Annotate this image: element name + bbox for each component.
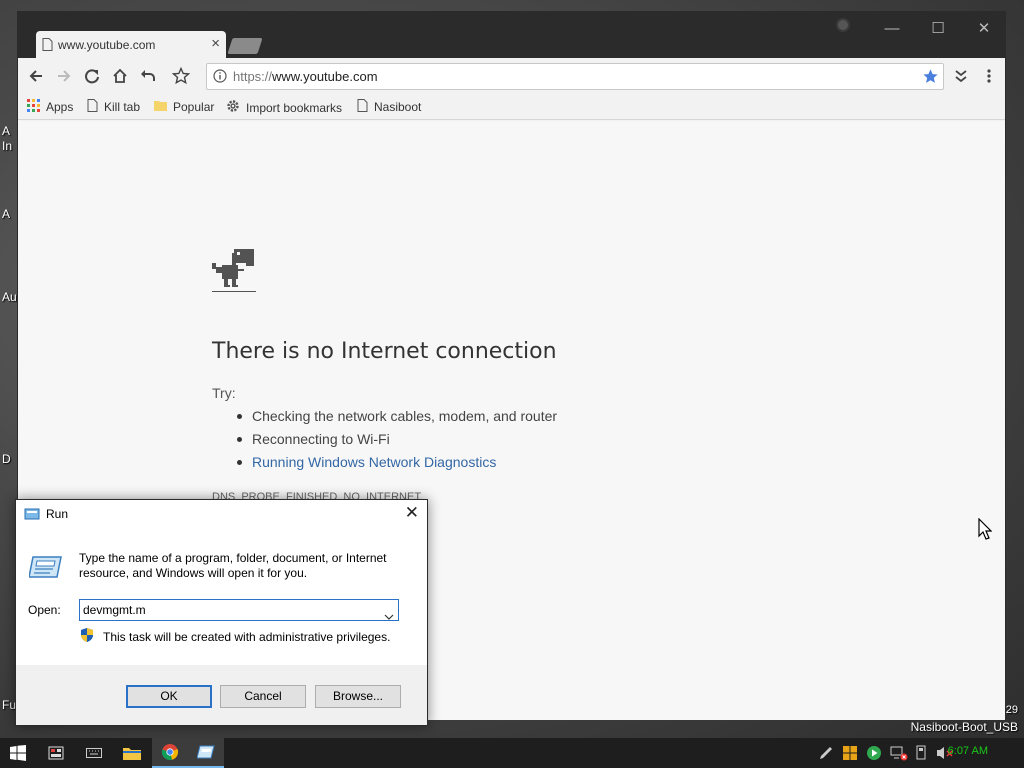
ok-button[interactable]: OK bbox=[126, 685, 212, 708]
bookmark-star-icon[interactable] bbox=[171, 66, 191, 86]
maximize-button[interactable]: ☐ bbox=[924, 18, 952, 40]
open-label: Open: bbox=[28, 603, 61, 617]
minimize-button[interactable]: — bbox=[878, 18, 906, 40]
tray-overflow-text: 29 bbox=[1005, 704, 1018, 716]
machine-name: Nasiboot-Boot_USB bbox=[910, 720, 1018, 734]
windows-flag-icon[interactable] bbox=[842, 745, 858, 766]
desktop-icon-label[interactable]: Au bbox=[2, 290, 17, 304]
mouse-pointer-icon bbox=[978, 517, 993, 545]
close-window-button[interactable]: ✕ bbox=[970, 18, 998, 40]
pen-icon[interactable] bbox=[818, 745, 834, 766]
task-view-icon[interactable] bbox=[38, 738, 74, 768]
offline-dino-icon[interactable] bbox=[212, 249, 256, 300]
bookmark-label: Kill tab bbox=[104, 100, 141, 114]
taskbar: 6:07 AM bbox=[0, 738, 1024, 768]
bookmark-label: Nasiboot bbox=[374, 100, 422, 114]
address-bar[interactable]: https:// www.youtube.com bbox=[206, 63, 944, 90]
file-explorer-icon[interactable] bbox=[114, 738, 150, 768]
keyboard-icon[interactable] bbox=[76, 738, 112, 768]
new-tab-button[interactable] bbox=[227, 38, 263, 54]
network-diagnostics-link[interactable]: Running Windows Network Diagnostics bbox=[236, 453, 557, 476]
chrome-titlebar: www.youtube.com × — ☐ ✕ bbox=[18, 12, 1005, 59]
suggestion-item: Reconnecting to Wi-Fi bbox=[236, 430, 557, 453]
open-combobox[interactable]: devmgmt.m bbox=[79, 599, 399, 621]
gear-icon bbox=[226, 99, 240, 116]
run-dialog-footer: OK Cancel Browse... bbox=[16, 665, 427, 725]
uac-shield-icon bbox=[79, 627, 95, 646]
folder-icon bbox=[154, 99, 167, 115]
tab-title: www.youtube.com bbox=[58, 38, 156, 52]
chevron-down-icon[interactable] bbox=[384, 606, 394, 626]
back-icon[interactable] bbox=[26, 66, 46, 86]
page-icon bbox=[357, 99, 368, 115]
forward-icon[interactable] bbox=[54, 66, 74, 86]
browser-toolbar: https:// www.youtube.com bbox=[18, 58, 1005, 94]
page-icon bbox=[42, 38, 53, 54]
run-titlebar: Run ✕ bbox=[16, 500, 427, 528]
run-program-icon bbox=[28, 555, 63, 584]
apps-grid-icon bbox=[27, 99, 40, 115]
open-input-value[interactable]: devmgmt.m bbox=[83, 603, 146, 617]
bookmark-nasiboot[interactable]: Nasiboot bbox=[357, 99, 421, 115]
menu-icon[interactable] bbox=[979, 66, 999, 86]
info-icon[interactable] bbox=[213, 69, 227, 86]
bookmark-import[interactable]: Import bookmarks bbox=[226, 99, 342, 116]
close-icon[interactable]: ✕ bbox=[405, 504, 419, 522]
start-button[interactable] bbox=[0, 738, 36, 768]
admin-note: This task will be created with administr… bbox=[79, 627, 390, 646]
desktop-icon-label[interactable]: In bbox=[2, 139, 12, 153]
network-error-icon[interactable] bbox=[890, 745, 908, 766]
suggestion-item: Checking the network cables, modem, and … bbox=[236, 407, 557, 430]
bookmark-label: Import bookmarks bbox=[246, 100, 343, 115]
desktop-icon-label[interactable]: D bbox=[2, 452, 11, 466]
desktop-icon-label[interactable]: Fu bbox=[2, 698, 16, 712]
address-host: www.youtube.com bbox=[272, 69, 378, 84]
bookmarks-bar: Apps Kill tab Popular Import bookmarks N… bbox=[18, 94, 1005, 120]
profile-icon[interactable] bbox=[836, 18, 850, 32]
run-title: Run bbox=[46, 507, 69, 521]
suggestions-list: Checking the network cables, modem, and … bbox=[236, 407, 557, 476]
bookmark-popular[interactable]: Popular bbox=[154, 99, 214, 115]
run-dialog: Run ✕ Type the name of a program, folder… bbox=[15, 499, 428, 726]
usb-drive-icon[interactable] bbox=[914, 745, 928, 766]
desktop-icon-label[interactable]: A bbox=[2, 207, 10, 221]
admin-note-text: This task will be created with administr… bbox=[103, 629, 391, 644]
bookmark-label: Apps bbox=[46, 100, 74, 114]
browse-button[interactable]: Browse... bbox=[315, 685, 401, 708]
address-scheme: https:// bbox=[233, 69, 273, 84]
taskbar-clock[interactable]: 6:07 AM bbox=[948, 745, 988, 757]
run-app-icon bbox=[24, 507, 40, 524]
bookmark-apps[interactable]: Apps bbox=[27, 99, 73, 115]
run-taskbar-icon[interactable] bbox=[188, 738, 224, 768]
undo-icon[interactable] bbox=[138, 66, 158, 86]
media-player-icon[interactable] bbox=[866, 745, 882, 766]
bookmark-label: Popular bbox=[173, 100, 215, 114]
run-description: Type the name of a program, folder, docu… bbox=[79, 551, 387, 580]
error-title: There is no Internet connection bbox=[212, 339, 557, 364]
browser-tab[interactable]: www.youtube.com × bbox=[36, 31, 226, 59]
try-label: Try: bbox=[212, 385, 236, 401]
extensions-chevron-icon[interactable] bbox=[951, 66, 971, 86]
chrome-taskbar-icon[interactable] bbox=[152, 738, 188, 768]
bookmark-kill-tab[interactable]: Kill tab bbox=[87, 99, 140, 115]
reload-icon[interactable] bbox=[82, 66, 102, 86]
close-tab-icon[interactable]: × bbox=[211, 36, 220, 52]
desktop-icon-label[interactable]: A bbox=[2, 124, 10, 138]
home-icon[interactable] bbox=[110, 66, 130, 86]
cancel-button[interactable]: Cancel bbox=[220, 685, 306, 708]
page-icon bbox=[87, 99, 98, 115]
bookmarked-star-icon[interactable] bbox=[922, 68, 939, 88]
